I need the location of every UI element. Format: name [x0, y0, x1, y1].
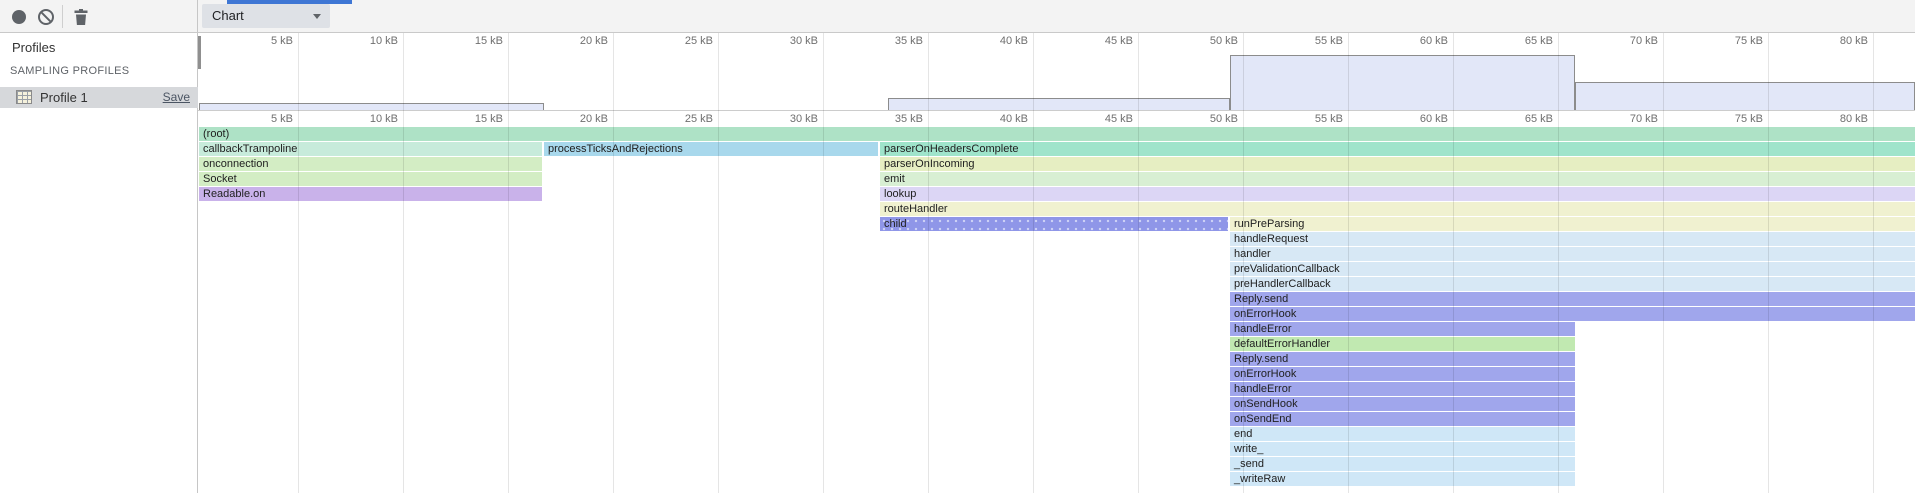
flame-frame[interactable]: runPreParsing — [1230, 217, 1915, 231]
save-profile-link[interactable]: Save — [163, 90, 190, 104]
ruler-tick-label: 65 kB — [1473, 35, 1553, 47]
ruler-tick-label: 15 kB — [423, 35, 503, 47]
flame-frame[interactable]: processTicksAndRejections — [544, 142, 878, 156]
sampling-profiles-header: SAMPLING PROFILES — [10, 65, 129, 77]
flame-frame[interactable]: end — [1230, 427, 1575, 441]
flame-frame[interactable]: _send — [1230, 457, 1575, 471]
ruler-tick-label: 40 kB — [948, 113, 1028, 125]
ruler-tick-label: 10 kB — [318, 35, 398, 47]
flame-frame[interactable]: parserOnHeadersComplete — [880, 142, 1915, 156]
ruler-tick-label: 35 kB — [843, 35, 923, 47]
trash-icon — [70, 6, 92, 28]
ruler-tick-label: 20 kB — [528, 35, 608, 47]
profile-grid-icon — [16, 90, 32, 104]
flame-frame[interactable]: onSendHook — [1230, 397, 1575, 411]
ruler-tick-label: 25 kB — [633, 113, 713, 125]
flame-frame[interactable]: Reply.send — [1230, 292, 1915, 306]
flame-frame[interactable]: lookup — [880, 187, 1915, 201]
ruler-tick-label: 5 kB — [213, 35, 293, 47]
flame-frame[interactable]: _writeRaw — [1230, 472, 1575, 486]
overview-usage-step — [888, 98, 1230, 110]
chart-ruler: 5 kB 10 kB 15 kB 20 kB 25 kB 30 kB 35 kB 40 kB 4… — [198, 113, 1915, 129]
flame-frame[interactable]: defaultErrorHandler — [1230, 337, 1575, 351]
flame-frame[interactable]: handleRequest — [1230, 232, 1915, 246]
overview-usage-step — [1575, 82, 1915, 110]
ruler-tick-label: 60 kB — [1368, 113, 1448, 125]
ruler-tick-label: 60 kB — [1368, 35, 1448, 47]
profiles-sidebar: Profiles SAMPLING PROFILES Profile 1 Sav… — [0, 33, 198, 493]
ruler-tick-label: 75 kB — [1683, 35, 1763, 47]
chevron-down-icon — [313, 14, 321, 19]
flame-frame[interactable]: preValidationCallback — [1230, 262, 1915, 276]
block-icon — [35, 6, 57, 28]
ruler-tick-label: 15 kB — [423, 113, 503, 125]
ruler-tick-label: 30 kB — [738, 35, 818, 47]
ruler-tick-label: 40 kB — [948, 35, 1028, 47]
sidebar-title: Profiles — [12, 40, 55, 55]
overview-chart-divider — [198, 110, 1915, 111]
flame-frame[interactable]: parserOnIncoming — [880, 157, 1915, 171]
ruler-tick-label: 65 kB — [1473, 113, 1553, 125]
flame-frame[interactable]: Socket — [199, 172, 542, 186]
toolbar-divider — [62, 5, 63, 28]
overview-usage-step — [1230, 55, 1575, 110]
flame-frame[interactable]: handleError — [1230, 382, 1575, 396]
flame-frames-layer: (root)callbackTrampolineprocessTicksAndR… — [198, 127, 1915, 493]
sidebar-item-profile-1[interactable]: Profile 1 Save — [0, 87, 198, 108]
ruler-tick-label: 75 kB — [1683, 113, 1763, 125]
ruler-tick-label: 70 kB — [1578, 35, 1658, 47]
ruler-tick-label: 80 kB — [1788, 35, 1868, 47]
flame-frame[interactable]: Readable.on — [199, 187, 542, 201]
profile-name: Profile 1 — [40, 90, 88, 105]
ruler-tick-label: 50 kB — [1158, 113, 1238, 125]
view-mode-value: Chart — [212, 8, 244, 23]
overview-ruler: 5 kB 10 kB 15 kB 20 kB 25 kB 30 kB 35 kB 40 kB 4… — [198, 35, 1915, 51]
flame-frame[interactable]: handleError — [1230, 322, 1575, 336]
ruler-tick-label: 30 kB — [738, 113, 818, 125]
flame-frame[interactable]: routeHandler — [880, 202, 1915, 216]
toolbar-left-section — [0, 0, 198, 32]
flame-frame[interactable]: (root) — [199, 127, 1915, 141]
record-icon — [8, 6, 30, 28]
ruler-tick-label: 35 kB — [843, 113, 923, 125]
flame-frame[interactable]: preHandlerCallback — [1230, 277, 1915, 291]
flame-frame[interactable]: Reply.send — [1230, 352, 1575, 366]
ruler-tick-label: 10 kB — [318, 113, 398, 125]
clear-button[interactable] — [35, 6, 57, 28]
ruler-tick-label: 45 kB — [1053, 35, 1133, 47]
view-mode-select[interactable]: Chart — [202, 4, 330, 28]
ruler-tick-label: 5 kB — [213, 113, 293, 125]
flame-frame[interactable]: onconnection — [199, 157, 542, 171]
ruler-tick-label: 70 kB — [1578, 113, 1658, 125]
delete-profile-button[interactable] — [70, 6, 92, 28]
ruler-tick-label: 45 kB — [1053, 113, 1133, 125]
flame-frame[interactable]: onSendEnd — [1230, 412, 1575, 426]
ruler-tick-label: 55 kB — [1263, 35, 1343, 47]
profiler-toolbar: Chart — [0, 0, 1915, 33]
flame-frame[interactable]: callbackTrampoline — [199, 142, 542, 156]
record-button[interactable] — [8, 6, 30, 28]
ruler-tick-label: 25 kB — [633, 35, 713, 47]
overview-usage-step — [199, 103, 544, 110]
flame-chart-pane: 5 kB 10 kB 15 kB 20 kB 25 kB 30 kB 35 kB 40 kB 4… — [198, 33, 1915, 493]
flame-frame[interactable]: emit — [880, 172, 1915, 186]
flame-frame[interactable]: child — [880, 217, 1228, 231]
flame-frame[interactable]: handler — [1230, 247, 1915, 261]
ruler-tick-label: 55 kB — [1263, 113, 1343, 125]
flame-frame[interactable]: write_ — [1230, 442, 1575, 456]
flame-frame[interactable]: onErrorHook — [1230, 307, 1915, 321]
ruler-tick-label: 20 kB — [528, 113, 608, 125]
flame-frame[interactable]: onErrorHook — [1230, 367, 1575, 381]
ruler-tick-label: 50 kB — [1158, 35, 1238, 47]
devtools-profiler-panel: Chart Profiles SAMPLING PROFILES Profile… — [0, 0, 1915, 493]
ruler-tick-label: 80 kB — [1788, 113, 1868, 125]
